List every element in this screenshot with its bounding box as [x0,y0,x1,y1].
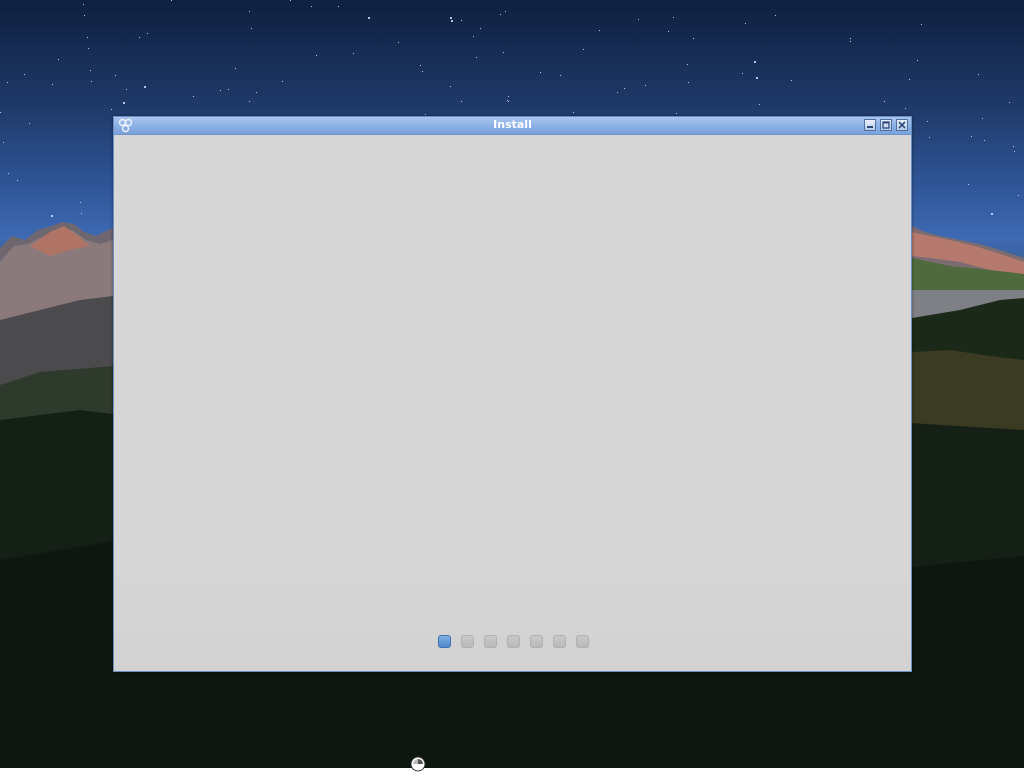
page-dot[interactable] [553,635,566,648]
page-indicator [438,635,589,648]
close-icon [898,121,906,129]
window-title: Install [493,118,532,131]
close-button[interactable] [896,119,908,131]
busy-cursor-icon [410,756,426,772]
page-dot[interactable] [576,635,589,648]
installer-content-area [114,135,911,671]
title-bar[interactable]: Install [114,117,911,135]
page-dot[interactable] [484,635,497,648]
page-dot[interactable] [530,635,543,648]
maximize-button[interactable] [880,119,892,131]
minimize-button[interactable] [864,119,876,131]
page-dot[interactable] [461,635,474,648]
page-dot[interactable] [507,635,520,648]
minimize-icon [867,126,873,128]
maximize-icon [882,121,890,129]
page-dot-active[interactable] [438,635,451,648]
install-window[interactable]: Install [113,116,912,672]
